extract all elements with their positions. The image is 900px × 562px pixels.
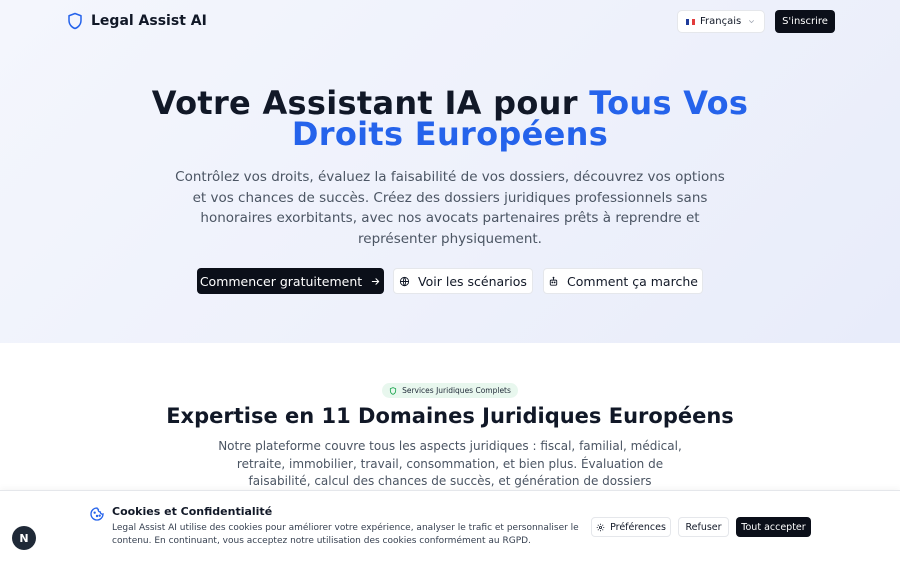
how-it-works-button[interactable]: Comment ça marche: [543, 268, 703, 294]
brand-name: Legal Assist AI: [91, 13, 207, 29]
view-scenarios-button[interactable]: Voir les scénarios: [393, 268, 533, 294]
navbar: Legal Assist AI Français S'inscrire: [0, 0, 900, 42]
cookie-icon: [90, 507, 104, 521]
robot-icon: [549, 276, 558, 286]
signup-button[interactable]: S'inscrire: [775, 10, 835, 33]
brand-logo[interactable]: Legal Assist AI: [66, 11, 207, 31]
cookie-text: Legal Assist AI utilise des cookies pour…: [112, 523, 579, 546]
hero-title: Votre Assistant IA pour Tous Vos Droits …: [0, 87, 900, 153]
services-badge: Services Juridiques Complets: [382, 383, 518, 398]
hero-subtitle: Contrôlez vos droits, évaluez la faisabi…: [175, 169, 725, 247]
chevron-down-icon: [748, 20, 755, 24]
cookie-preferences-button[interactable]: Préférences: [591, 517, 671, 537]
services-title: Expertise en 11 Domaines Juridiques Euro…: [166, 404, 734, 428]
flag-fr-icon: [686, 18, 695, 25]
view-scenarios-label: Voir les scénarios: [418, 273, 527, 289]
cookie-banner: Cookies et Confidentialité Legal Assist …: [0, 490, 900, 562]
start-free-button[interactable]: Commencer gratuitement: [197, 268, 384, 294]
shield-icon: [68, 12, 82, 30]
cookie-title: Cookies et Confidentialité: [112, 505, 273, 518]
services-badge-label: Services Juridiques Complets: [402, 386, 511, 395]
cookie-refuse-button[interactable]: Refuser: [678, 517, 729, 537]
shield-icon: [389, 386, 397, 395]
cookie-accept-button[interactable]: Tout accepter: [736, 517, 811, 537]
hero-title-accent-1: Tous Vos: [589, 84, 749, 122]
globe-icon: [399, 276, 410, 286]
language-select[interactable]: Français: [677, 10, 765, 33]
hero-title-accent-2: Droits Européens: [291, 115, 609, 153]
language-label: Français: [700, 16, 742, 27]
start-free-label: Commencer gratuitement: [199, 273, 363, 289]
arrow-right-icon: [371, 277, 380, 285]
how-it-works-label: Comment ça marche: [567, 273, 698, 289]
gear-icon: [596, 523, 605, 531]
cookie-preferences-label: Préférences: [610, 521, 666, 533]
dev-tools-badge[interactable]: N: [12, 526, 36, 550]
